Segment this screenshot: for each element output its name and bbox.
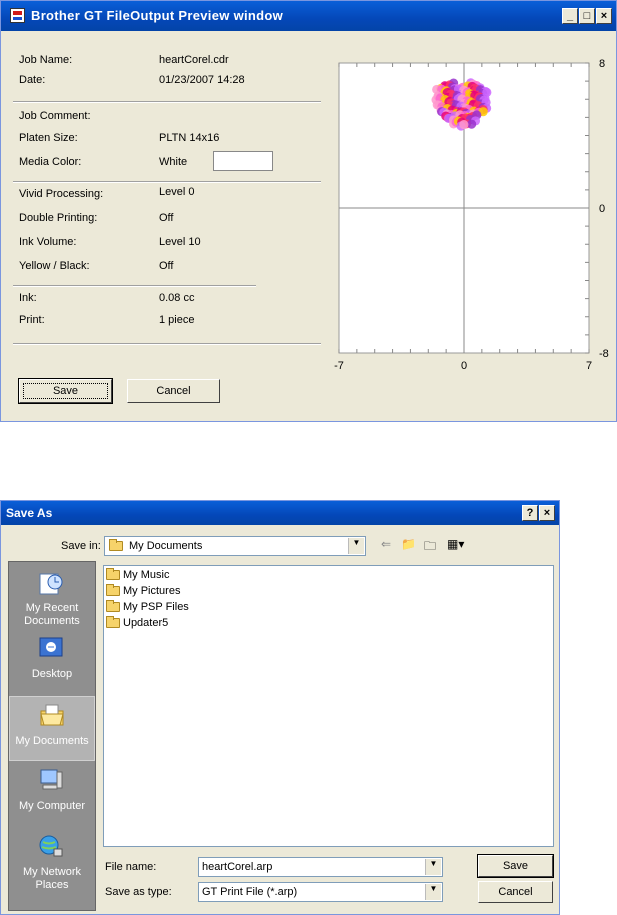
dialog-save-label: Save (502, 860, 529, 872)
y-tick-label: 8 (599, 58, 605, 70)
save-in-combo[interactable]: My Documents ▼ (104, 536, 366, 556)
file-name: My PSP Files (123, 601, 189, 613)
chevron-down-icon[interactable]: ▼ (425, 884, 441, 900)
save-in-value: My Documents (129, 540, 203, 552)
places-bar: My Recent Documents Desktop My Documents… (8, 561, 96, 911)
close-button[interactable]: × (539, 505, 555, 521)
my-computer-icon (40, 769, 63, 790)
view-menu-icon[interactable]: ▦▾ (447, 537, 464, 553)
place-desktop[interactable]: Desktop (9, 630, 95, 695)
place-my-computer[interactable]: My Computer (9, 762, 95, 827)
place-label: My Documents (15, 735, 89, 747)
place-my-documents[interactable]: My Documents (9, 696, 95, 761)
my-documents-icon (40, 704, 64, 726)
folder-icon (106, 616, 120, 628)
save-as-type-label: Save as type: (105, 886, 172, 898)
y-tick-label: -8 (599, 348, 609, 360)
file-name: My Music (123, 569, 170, 581)
place-network-places[interactable]: My Network Places (9, 828, 95, 893)
heart-dot (459, 120, 469, 130)
file-name-label: File name: (105, 861, 157, 873)
save-as-dialog: Save As ? × Save in: My Documents ▼ ⇐ 📁 … (0, 500, 560, 915)
place-label: My Computer (18, 800, 86, 812)
network-places-icon (39, 835, 63, 857)
save-as-type-value: GT Print File (*.arp) (202, 886, 298, 898)
place-recent-documents[interactable]: My Recent Documents (9, 564, 95, 629)
save-in-label: Save in: (61, 540, 101, 552)
new-folder-icon[interactable]: 🗀 (424, 537, 436, 553)
place-label: My Recent Documents (24, 602, 80, 627)
save-as-title: Save As (6, 506, 53, 520)
x-tick-label: 0 (461, 360, 467, 372)
file-list[interactable]: My Music My Pictures My PSP Files Update… (103, 565, 554, 847)
save-as-title-bar[interactable]: Save As ? × (1, 501, 559, 525)
chevron-down-icon[interactable]: ▼ (425, 859, 441, 875)
x-tick-label: -7 (334, 360, 344, 372)
place-label: My Network Places (22, 866, 82, 891)
save-as-type-select[interactable]: GT Print File (*.arp) ▼ (198, 882, 443, 902)
dialog-cancel-button[interactable]: Cancel (478, 881, 553, 903)
file-name: My Pictures (123, 585, 181, 597)
recent-documents-icon (39, 573, 63, 595)
folder-icon (109, 539, 123, 551)
chevron-down-icon[interactable]: ▼ (348, 538, 364, 554)
back-icon[interactable]: ⇐ (381, 537, 391, 553)
preview-window: Brother GT FileOutput Preview window _ □… (0, 0, 617, 422)
x-tick-label: 7 (586, 360, 592, 372)
folder-icon (106, 600, 120, 612)
up-folder-icon[interactable]: 📁 (401, 537, 416, 553)
y-tick-label: 0 (599, 203, 605, 215)
place-label: Desktop (31, 668, 73, 680)
file-name-value: heartCorel.arp (202, 861, 273, 873)
file-name: Updater5 (123, 617, 169, 629)
folder-icon (106, 584, 120, 596)
preview-plot: -7 0 7 8 0 -8 (334, 58, 609, 372)
dialog-cancel-label: Cancel (498, 886, 533, 898)
help-button[interactable]: ? (522, 505, 538, 521)
desktop-icon (39, 637, 63, 657)
dialog-save-button[interactable]: Save (477, 854, 554, 878)
file-name-input[interactable]: heartCorel.arp ▼ (198, 857, 443, 877)
folder-icon (106, 568, 120, 580)
